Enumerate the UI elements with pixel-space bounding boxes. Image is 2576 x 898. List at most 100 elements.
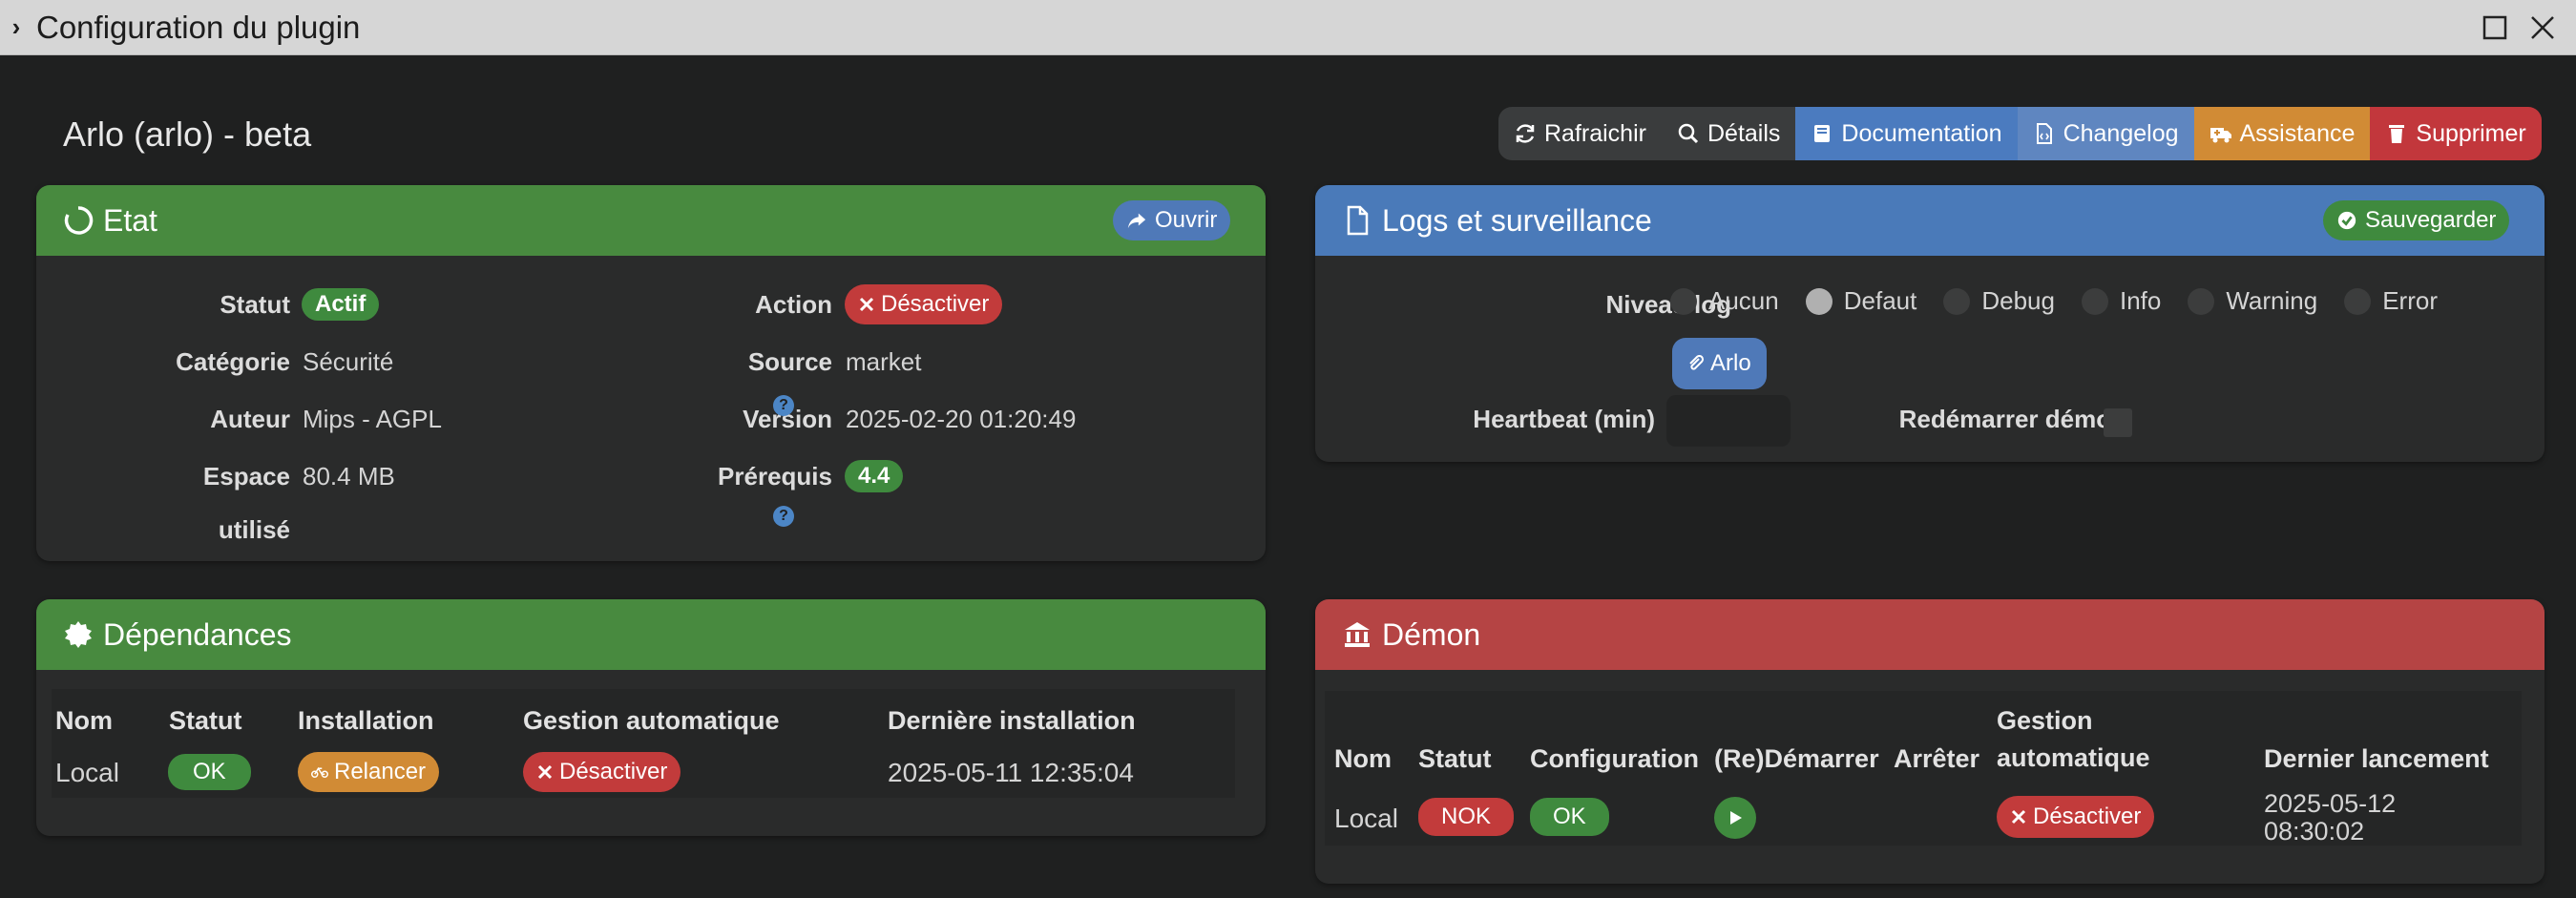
documentation-button[interactable]: Documentation xyxy=(1795,107,2018,160)
assistance-button[interactable]: Assistance xyxy=(2193,107,2371,160)
auteur-value: Mips - AGPL xyxy=(303,405,442,433)
assistance-label: Assistance xyxy=(2239,119,2356,147)
espace-label: Espace utilisé xyxy=(94,462,290,544)
restart-daemon-checkbox[interactable] xyxy=(2104,408,2132,437)
paperclip-icon xyxy=(1689,355,1705,370)
logs-header: Logs et surveillance Sauvegarder xyxy=(1315,185,2545,256)
logs-title: Logs et surveillance xyxy=(1382,202,1652,238)
demon-panel: Démon Nom Statut Configuration (Re)Démar… xyxy=(1315,599,2545,884)
log-level-warning[interactable]: Warning xyxy=(2188,286,2317,316)
file-code-icon xyxy=(2036,123,2052,144)
log-level-debug-label: Debug xyxy=(1981,286,2055,315)
statut-badge: Actif xyxy=(302,288,380,321)
plugin-toolbar: Rafraichir Détails Documentation Changel… xyxy=(1498,107,2542,160)
action-label: Action xyxy=(755,290,832,319)
action-desactiver-button[interactable]: Désactiver xyxy=(845,284,1003,324)
prerequis-help-icon[interactable]: ? xyxy=(773,506,794,527)
etat-header: Etat Ouvrir xyxy=(36,185,1266,256)
relancer-button[interactable]: Relancer xyxy=(298,752,440,792)
categorie-value: Sécurité xyxy=(303,347,394,376)
radio-warning[interactable] xyxy=(2188,287,2215,315)
save-button[interactable]: Sauvegarder xyxy=(2323,200,2510,240)
source-label: Source xyxy=(747,347,832,376)
restart-daemon-label: Redémarrer démon xyxy=(1898,405,2126,433)
version-value: 2025-02-20 01:20:49 xyxy=(846,405,1077,433)
delete-button[interactable]: Supprimer xyxy=(2370,107,2542,160)
categorie-label: Catégorie xyxy=(176,347,290,376)
demon-header-statut: Statut xyxy=(1418,744,1492,773)
heartbeat-input[interactable] xyxy=(1666,395,1791,447)
ambulance-icon xyxy=(2209,128,2231,143)
log-level-aucun[interactable]: Aucun xyxy=(1670,286,1779,316)
dep-header-statut: Statut xyxy=(169,706,242,735)
prerequis-label: Prérequis xyxy=(718,462,832,491)
window-titlebar: › Configuration du plugin xyxy=(0,0,2576,55)
demon-header-gestion: Gestion automatique xyxy=(1997,706,2150,773)
logs-arlo-label: Arlo xyxy=(1710,350,1751,376)
demon-start-button[interactable] xyxy=(1714,797,1756,839)
source-value: market xyxy=(846,347,922,376)
logs-arlo-button[interactable]: Arlo xyxy=(1672,338,1767,389)
changelog-button[interactable]: Changelog xyxy=(2017,107,2194,160)
log-level-info-label: Info xyxy=(2119,286,2162,315)
demon-header-configuration: Configuration xyxy=(1530,744,1699,773)
x-icon xyxy=(2011,809,2026,825)
spinner-icon xyxy=(64,206,94,235)
window-title: Configuration du plugin xyxy=(36,9,361,45)
dep-row-nom: Local xyxy=(55,758,119,787)
log-level-debug[interactable]: Debug xyxy=(1943,286,2055,316)
demon-header-dernier: Dernier lancement xyxy=(2264,744,2489,773)
radio-info[interactable] xyxy=(2081,287,2108,315)
book-icon xyxy=(1814,125,1831,142)
demon-header-redemarrer: (Re)Démarrer xyxy=(1714,744,1879,773)
demon-title: Démon xyxy=(1382,616,1481,652)
demon-row-nom: Local xyxy=(1334,804,1398,833)
relancer-label: Relancer xyxy=(334,759,427,784)
demon-desactiver-label: Désactiver xyxy=(2033,804,2142,829)
demon-header-gestion-1: Gestion xyxy=(1997,706,2093,735)
log-level-warning-label: Warning xyxy=(2226,286,2318,315)
radio-debug[interactable] xyxy=(1943,287,1971,315)
etat-title: Etat xyxy=(103,202,157,238)
trash-icon xyxy=(2389,125,2405,143)
dep-header-gestion: Gestion automatique xyxy=(523,706,780,735)
refresh-button[interactable]: Rafraichir xyxy=(1498,107,1662,160)
dep-derniere-value: 2025-05-11 12:35:04 xyxy=(888,758,1134,787)
demon-desactiver-button[interactable]: Désactiver xyxy=(1997,796,2155,838)
save-label: Sauvegarder xyxy=(2365,207,2497,233)
log-level-info[interactable]: Info xyxy=(2081,286,2162,316)
refresh-label: Rafraichir xyxy=(1544,119,1646,147)
bicycle-icon xyxy=(311,766,328,778)
dependances-header: Dépendances xyxy=(36,599,1266,670)
close-icon[interactable] xyxy=(2527,12,2558,43)
bank-icon xyxy=(1345,622,1370,647)
dep-desactiver-button[interactable]: Désactiver xyxy=(523,752,681,792)
open-label: Ouvrir xyxy=(1155,207,1218,233)
dep-header-nom: Nom xyxy=(55,706,113,735)
certificate-icon xyxy=(65,621,92,648)
log-level-error-label: Error xyxy=(2382,286,2438,315)
version-help-icon[interactable]: ? xyxy=(773,395,794,416)
changelog-label: Changelog xyxy=(2063,119,2179,147)
demon-statut-badge: NOK xyxy=(1418,798,1515,836)
radio-error[interactable] xyxy=(2344,287,2372,315)
maximize-icon[interactable] xyxy=(2480,12,2510,43)
share-icon xyxy=(1127,213,1146,229)
dep-header-derniere: Dernière installation xyxy=(888,706,1136,735)
check-circle-icon xyxy=(2337,211,2356,230)
chevron-right-icon[interactable]: › xyxy=(2,12,31,42)
details-button[interactable]: Détails xyxy=(1661,107,1796,160)
delete-label: Supprimer xyxy=(2416,119,2526,147)
radio-aucun[interactable] xyxy=(1670,287,1697,315)
open-button[interactable]: Ouvrir xyxy=(1113,200,1231,240)
radio-defaut[interactable] xyxy=(1805,287,1833,315)
demon-header-arreter: Arrêter xyxy=(1894,744,1980,773)
log-level-error[interactable]: Error xyxy=(2344,286,2438,316)
log-level-defaut[interactable]: Defaut xyxy=(1805,286,1916,316)
refresh-icon xyxy=(1516,124,1535,143)
prerequis-badge: 4.4 xyxy=(845,460,904,492)
demon-header-gestion-2: automatique xyxy=(1997,743,2150,772)
espace-value: 80.4 MB xyxy=(303,462,395,491)
x-icon xyxy=(537,764,553,780)
version-label: Version xyxy=(743,405,832,433)
